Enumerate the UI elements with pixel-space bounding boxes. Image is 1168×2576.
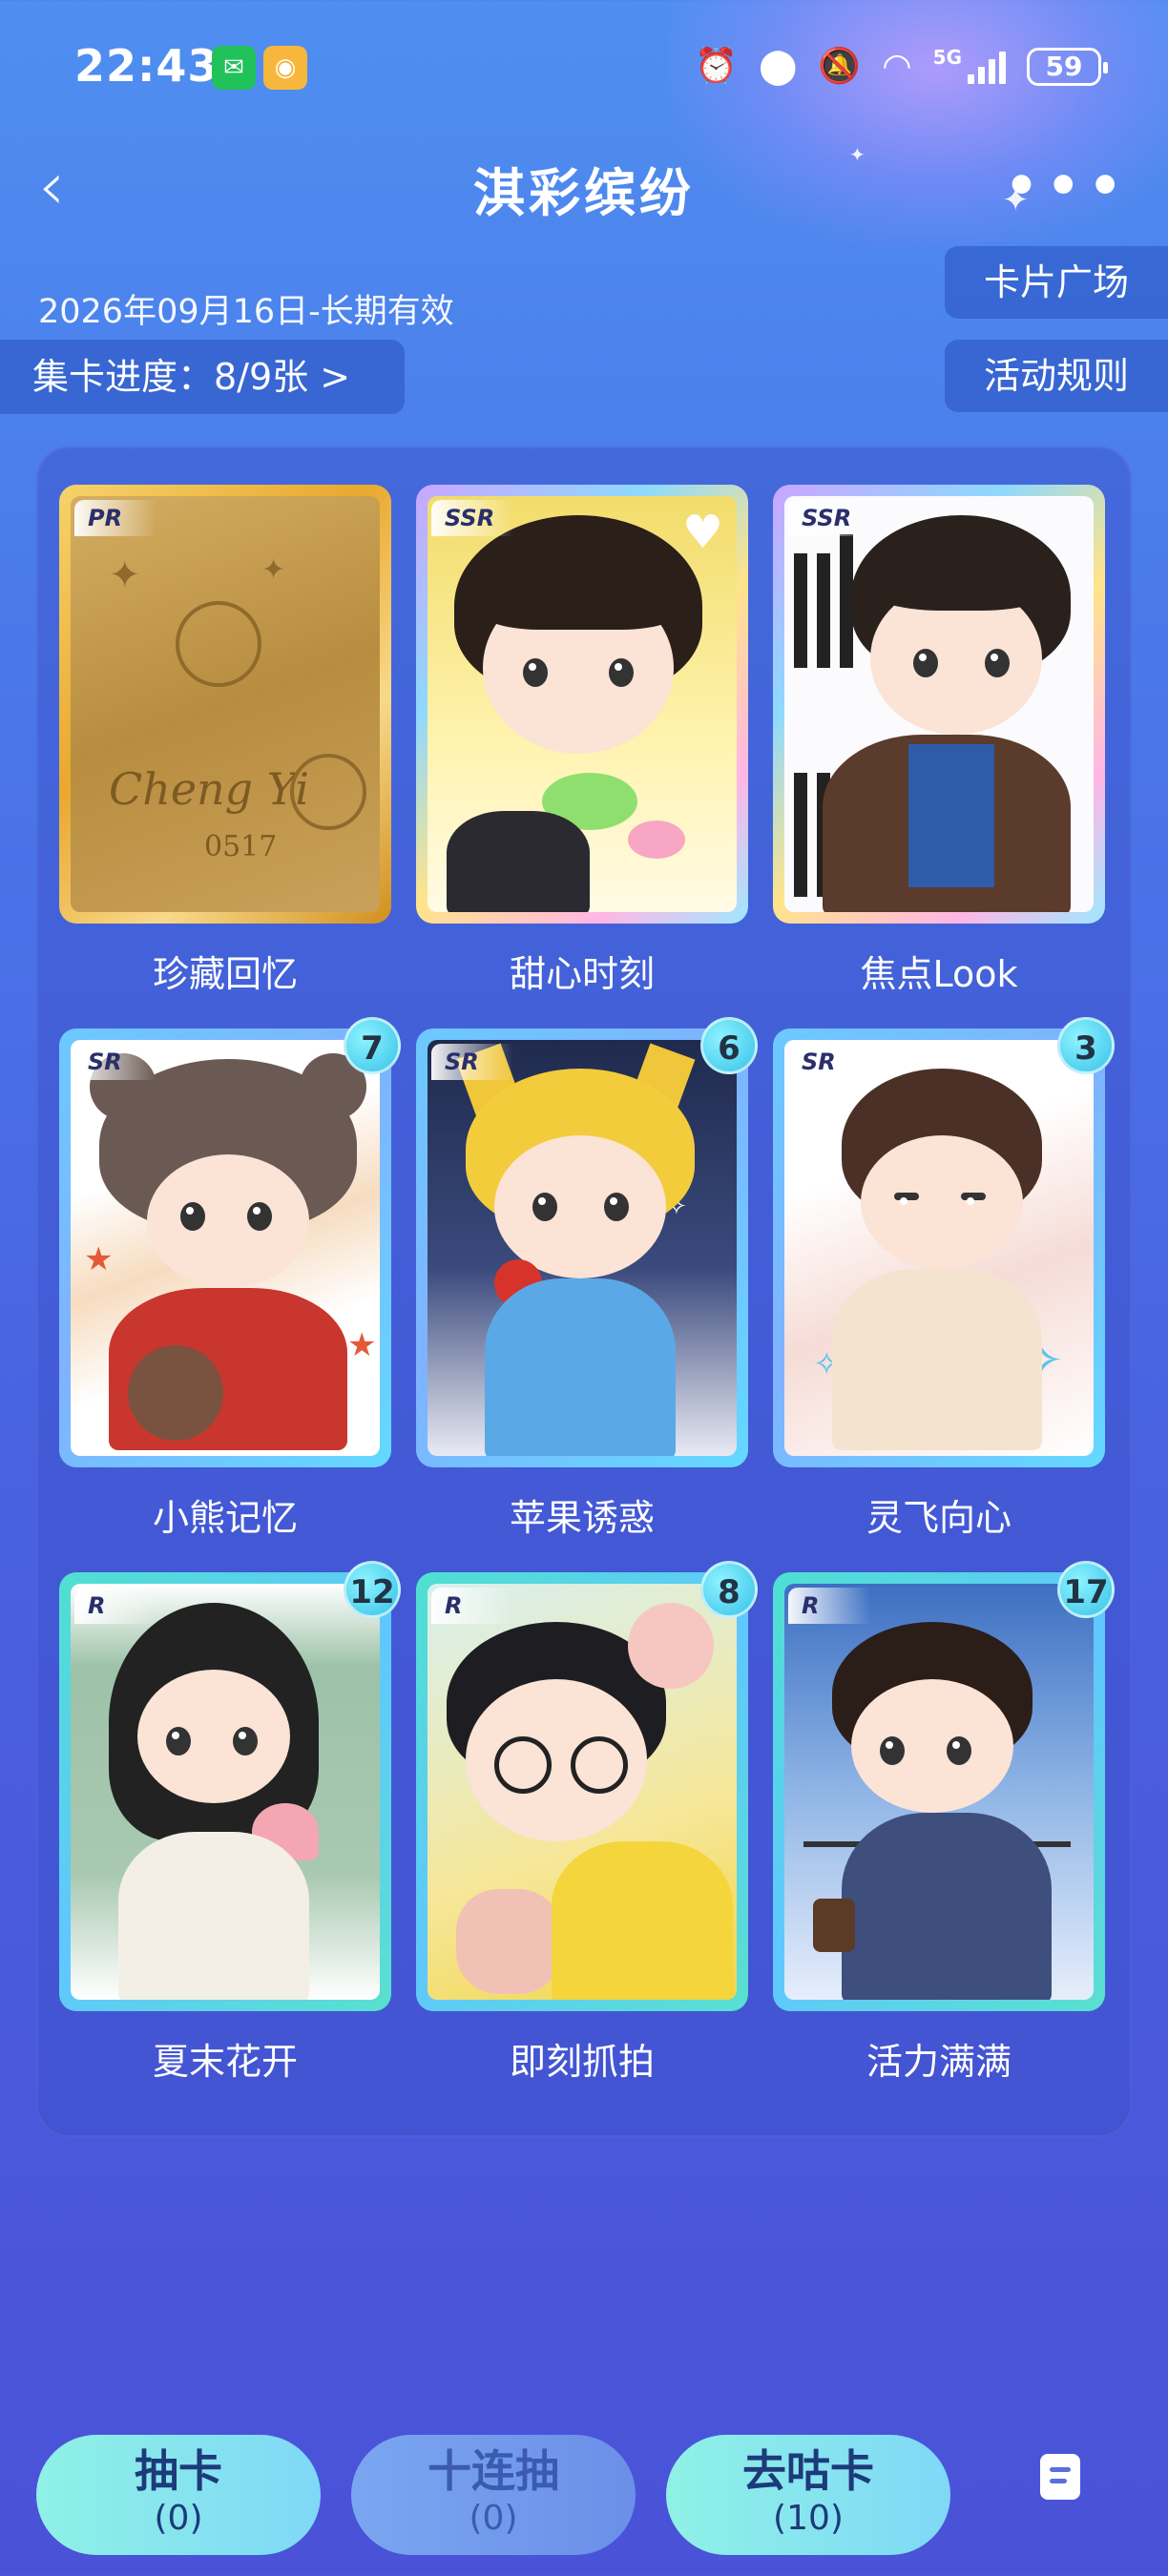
card-frame[interactable]: PR ✦ ✦ Cheng Yi 0517	[59, 485, 391, 924]
card-item[interactable]: 17 R 活力满满	[773, 1561, 1115, 2085]
wechat-notification-icon: ✉	[212, 46, 256, 90]
alarm-icon: ⏰	[695, 47, 739, 86]
card-count-badge: 12	[344, 1561, 401, 1618]
card-illustration	[784, 1584, 1094, 2000]
card-illustration: ✦ ✦ Cheng Yi 0517	[71, 496, 380, 912]
rarity-badge: SSR	[431, 500, 513, 536]
go-gu-card-count: (10)	[773, 2499, 844, 2538]
battery-icon: 59	[1027, 48, 1108, 86]
card-frame[interactable]: SSR	[773, 485, 1105, 924]
card-frame[interactable]: 7 SR ★ ★	[59, 1017, 401, 1467]
document-icon[interactable]	[1040, 2454, 1080, 2500]
ten-draw-button[interactable]: 十连抽 (0)	[351, 2435, 636, 2555]
card-name: 小熊记忆	[152, 1497, 298, 1539]
location-icon: ⬤	[759, 47, 798, 86]
rarity-badge: R	[431, 1588, 513, 1624]
card-count-badge: 3	[1057, 1017, 1115, 1074]
card-item[interactable]: 3 SR ✧ ✧ 灵飞向心	[773, 1017, 1115, 1541]
sparkle-icon: ✦	[849, 143, 866, 166]
validity-text: 2026年09月16日-长期有效	[38, 293, 454, 331]
card-count-badge: 8	[700, 1561, 758, 1618]
rarity-badge: R	[788, 1588, 870, 1624]
rarity-badge: PR	[74, 500, 156, 536]
status-time: 22:43	[74, 40, 219, 92]
card-frame[interactable]: SSR ♥	[416, 485, 748, 924]
card-frame[interactable]: 3 SR ✧ ✧	[773, 1017, 1115, 1467]
collection-progress-button[interactable]: 集卡进度：8/9张 >	[0, 340, 405, 414]
rarity-badge: SSR	[788, 500, 870, 536]
status-bar: 22:43 ✉ ◉ ⏰ ⬤ 🔕 ◠ 5G 59	[0, 0, 1168, 134]
card-illustration	[428, 1584, 737, 2000]
activity-rules-button[interactable]: 活动规则	[945, 340, 1168, 412]
weibo-notification-icon: ◉	[263, 46, 307, 90]
card-name: 活力满满	[866, 2041, 1012, 2083]
card-item[interactable]: SSR ♥ 甜心时刻	[416, 485, 748, 997]
card-grid-panel: PR ✦ ✦ Cheng Yi 0517 珍藏回忆 SSR ♥ 甜心时刻 SSR…	[36, 447, 1132, 2137]
card-item[interactable]: PR ✦ ✦ Cheng Yi 0517 珍藏回忆	[59, 485, 391, 997]
card-square-button[interactable]: 卡片广场	[945, 246, 1168, 319]
card-frame[interactable]: 8 R	[416, 1561, 758, 2011]
card-name: 珍藏回忆	[152, 953, 298, 995]
card-illustration: ✧ ✧	[784, 1040, 1094, 1456]
signature-text: Cheng Yi	[109, 763, 310, 815]
card-name: 甜心时刻	[509, 953, 655, 995]
system-icons: ⏰ ⬤ 🔕 ◠ 5G 59	[695, 46, 1108, 88]
card-count-badge: 7	[344, 1017, 401, 1074]
rarity-badge: SR	[74, 1044, 156, 1080]
card-count-badge: 6	[700, 1017, 758, 1074]
card-name: 苹果诱惑	[509, 1497, 655, 1539]
card-item[interactable]: 6 SR ✧ 苹果诱惑	[416, 1017, 758, 1541]
go-gu-card-button[interactable]: 去咕卡 (10)	[666, 2435, 950, 2555]
ten-draw-count: (0)	[469, 2499, 518, 2538]
sparkle-icon: ✦	[1002, 181, 1030, 219]
rarity-badge: R	[74, 1588, 156, 1624]
page-title: 淇彩缤纷	[473, 163, 695, 223]
card-item[interactable]: 8 R 即刻抓拍	[416, 1561, 758, 2085]
card-illustration: ♥	[428, 496, 737, 912]
mute-icon: 🔕	[818, 47, 862, 86]
draw-card-count: (0)	[154, 2499, 203, 2538]
wifi-icon: ◠	[882, 47, 912, 86]
draw-card-label: 抽卡	[135, 2445, 222, 2497]
card-frame[interactable]: 12 R	[59, 1561, 401, 2011]
card-name: 焦点Look	[860, 953, 1018, 995]
card-name: 夏末花开	[152, 2041, 298, 2083]
card-count-badge: 17	[1057, 1561, 1115, 1618]
draw-card-button[interactable]: 抽卡 (0)	[36, 2435, 321, 2555]
signal-icon	[968, 50, 1006, 84]
card-item[interactable]: 7 SR ★ ★ 小熊记忆	[59, 1017, 401, 1541]
rarity-badge: SR	[431, 1044, 513, 1080]
card-illustration	[784, 496, 1094, 912]
network-type: 5G	[932, 46, 962, 69]
card-item[interactable]: SSR 焦点Look	[773, 485, 1105, 997]
card-name: 即刻抓拍	[509, 2041, 655, 2083]
card-item[interactable]: 12 R 夏末花开	[59, 1561, 401, 2085]
card-illustration	[71, 1584, 380, 2000]
card-illustration: ✧	[428, 1040, 737, 1456]
go-gu-card-label: 去咕卡	[742, 2445, 874, 2497]
ten-draw-label: 十连抽	[428, 2445, 559, 2497]
card-frame[interactable]: 6 SR ✧	[416, 1017, 758, 1467]
signature-number: 0517	[204, 830, 278, 863]
card-name: 灵飞向心	[866, 1497, 1012, 1539]
card-frame[interactable]: 17 R	[773, 1561, 1115, 2011]
card-illustration: ★ ★	[71, 1040, 380, 1456]
rarity-badge: SR	[788, 1044, 870, 1080]
